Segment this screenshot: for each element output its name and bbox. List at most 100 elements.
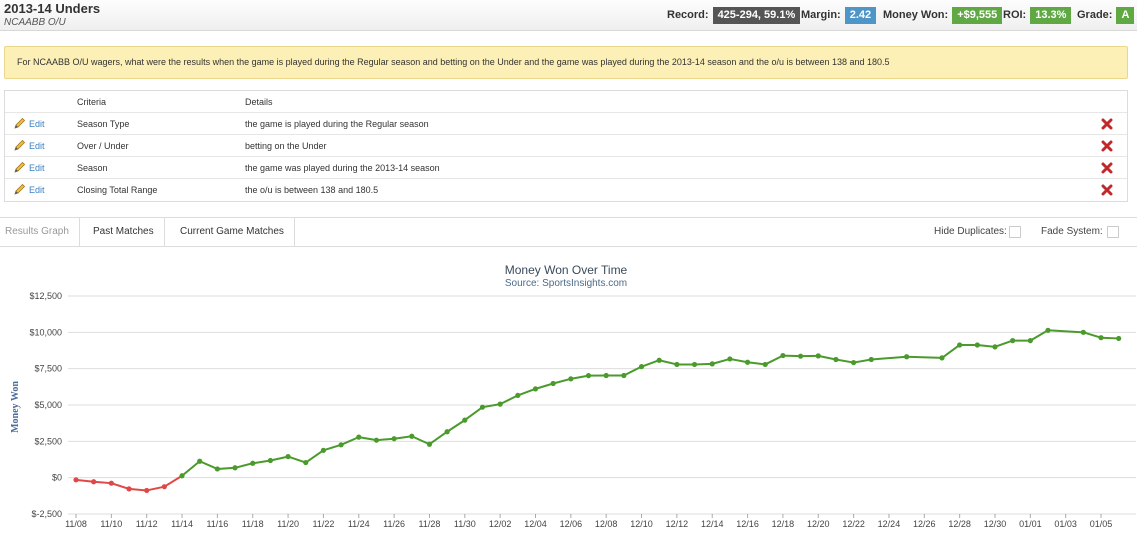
tab-current-game-matches[interactable]: Current Game Matches: [170, 218, 295, 246]
data-point[interactable]: [851, 359, 857, 366]
y-tick-label: $10,000: [29, 327, 62, 337]
data-point[interactable]: [815, 353, 821, 359]
fade-system-checkbox[interactable]: [1107, 226, 1119, 238]
edit-link-label: Edit: [29, 185, 45, 195]
data-point[interactable]: [744, 359, 751, 365]
details-column-header: Details: [245, 97, 273, 107]
data-point[interactable]: [338, 442, 344, 448]
y-tick-label: $5,000: [34, 400, 62, 410]
data-point[interactable]: [585, 373, 592, 379]
data-point[interactable]: [780, 352, 786, 359]
series-line-segment: [181, 460, 201, 477]
data-point[interactable]: [904, 354, 910, 360]
data-point[interactable]: [762, 361, 768, 368]
x-tick-label: 11/10: [100, 519, 122, 529]
data-point[interactable]: [197, 458, 203, 464]
y-tick-label: $-2,500: [31, 509, 62, 519]
data-point[interactable]: [532, 386, 539, 392]
hide-duplicates-checkbox[interactable]: [1009, 226, 1021, 238]
series-line-segment: [728, 357, 749, 364]
data-point[interactable]: [497, 401, 503, 407]
series-line-segment: [976, 343, 996, 348]
series-line-segment: [446, 419, 466, 433]
data-point[interactable]: [674, 361, 680, 368]
tab-past-matches[interactable]: Past Matches: [83, 218, 165, 246]
data-point[interactable]: [144, 487, 150, 494]
roi-stat: ROI: 13.3%: [1003, 6, 1072, 24]
data-point[interactable]: [1045, 327, 1051, 333]
data-point[interactable]: [1116, 335, 1122, 342]
series-line-segment: [693, 362, 714, 366]
data-point[interactable]: [974, 342, 980, 348]
data-point[interactable]: [214, 466, 220, 472]
data-point[interactable]: [373, 437, 380, 443]
data-point[interactable]: [833, 356, 839, 363]
margin-stat: Margin: 2.42: [801, 6, 877, 24]
data-point[interactable]: [161, 484, 167, 490]
series-line-segment: [746, 361, 767, 366]
data-point[interactable]: [426, 441, 433, 447]
series-line-segment: [552, 377, 572, 385]
data-point[interactable]: [285, 453, 291, 460]
series-line-segment: [834, 358, 855, 364]
series-line-segment: [1082, 331, 1103, 339]
data-point[interactable]: [515, 392, 521, 399]
criteria-details: betting on the Under: [245, 141, 327, 151]
data-point[interactable]: [479, 404, 486, 410]
delete-icon[interactable]: [1101, 140, 1113, 152]
data-point[interactable]: [797, 353, 804, 359]
data-point[interactable]: [444, 429, 450, 435]
edit-link[interactable]: Edit: [13, 179, 45, 201]
series-line-segment: [128, 487, 148, 492]
data-point[interactable]: [232, 465, 238, 471]
data-point[interactable]: [691, 361, 698, 368]
x-tick-label: 12/12: [666, 519, 689, 529]
series-line-segment: [410, 435, 431, 446]
data-point[interactable]: [356, 434, 362, 440]
data-point[interactable]: [638, 364, 645, 370]
delete-icon[interactable]: [1101, 118, 1113, 130]
data-point[interactable]: [1027, 338, 1033, 344]
data-point[interactable]: [550, 380, 556, 387]
data-point[interactable]: [939, 355, 945, 361]
data-point[interactable]: [957, 342, 963, 348]
delete-icon[interactable]: [1101, 162, 1113, 174]
edit-link[interactable]: Edit: [13, 113, 45, 135]
data-point[interactable]: [462, 417, 468, 423]
data-point[interactable]: [709, 361, 715, 367]
data-point[interactable]: [391, 436, 397, 442]
pencil-icon: [14, 183, 26, 195]
data-point[interactable]: [73, 477, 79, 483]
edit-link[interactable]: Edit: [13, 135, 45, 157]
data-point[interactable]: [727, 356, 733, 362]
x-tick-label: 12/26: [913, 519, 936, 529]
data-point[interactable]: [621, 372, 627, 379]
data-point[interactable]: [91, 479, 97, 485]
data-point[interactable]: [250, 460, 256, 466]
series-line-segment: [658, 359, 678, 366]
edit-link[interactable]: Edit: [13, 157, 45, 179]
data-point[interactable]: [868, 356, 874, 363]
data-point[interactable]: [1098, 335, 1104, 341]
delete-icon[interactable]: [1101, 184, 1113, 196]
data-point[interactable]: [409, 433, 415, 439]
data-point[interactable]: [656, 357, 662, 363]
data-point[interactable]: [568, 376, 574, 382]
data-point[interactable]: [992, 344, 998, 350]
data-point[interactable]: [303, 459, 309, 466]
x-tick-label: 01/05: [1090, 519, 1113, 529]
series-line-segment: [75, 478, 95, 483]
x-tick-label: 12/18: [772, 519, 795, 529]
data-point[interactable]: [1080, 329, 1086, 335]
criteria-name: Season: [77, 163, 108, 173]
data-point[interactable]: [603, 372, 609, 379]
edit-link-label: Edit: [29, 119, 45, 129]
data-point[interactable]: [108, 480, 114, 486]
series-line-segment: [905, 355, 943, 359]
data-point[interactable]: [179, 473, 185, 479]
data-point[interactable]: [267, 457, 274, 464]
data-point[interactable]: [320, 447, 327, 453]
tab-results-graph[interactable]: Results Graph: [0, 218, 80, 246]
data-point[interactable]: [126, 486, 132, 492]
data-point[interactable]: [1010, 338, 1016, 344]
